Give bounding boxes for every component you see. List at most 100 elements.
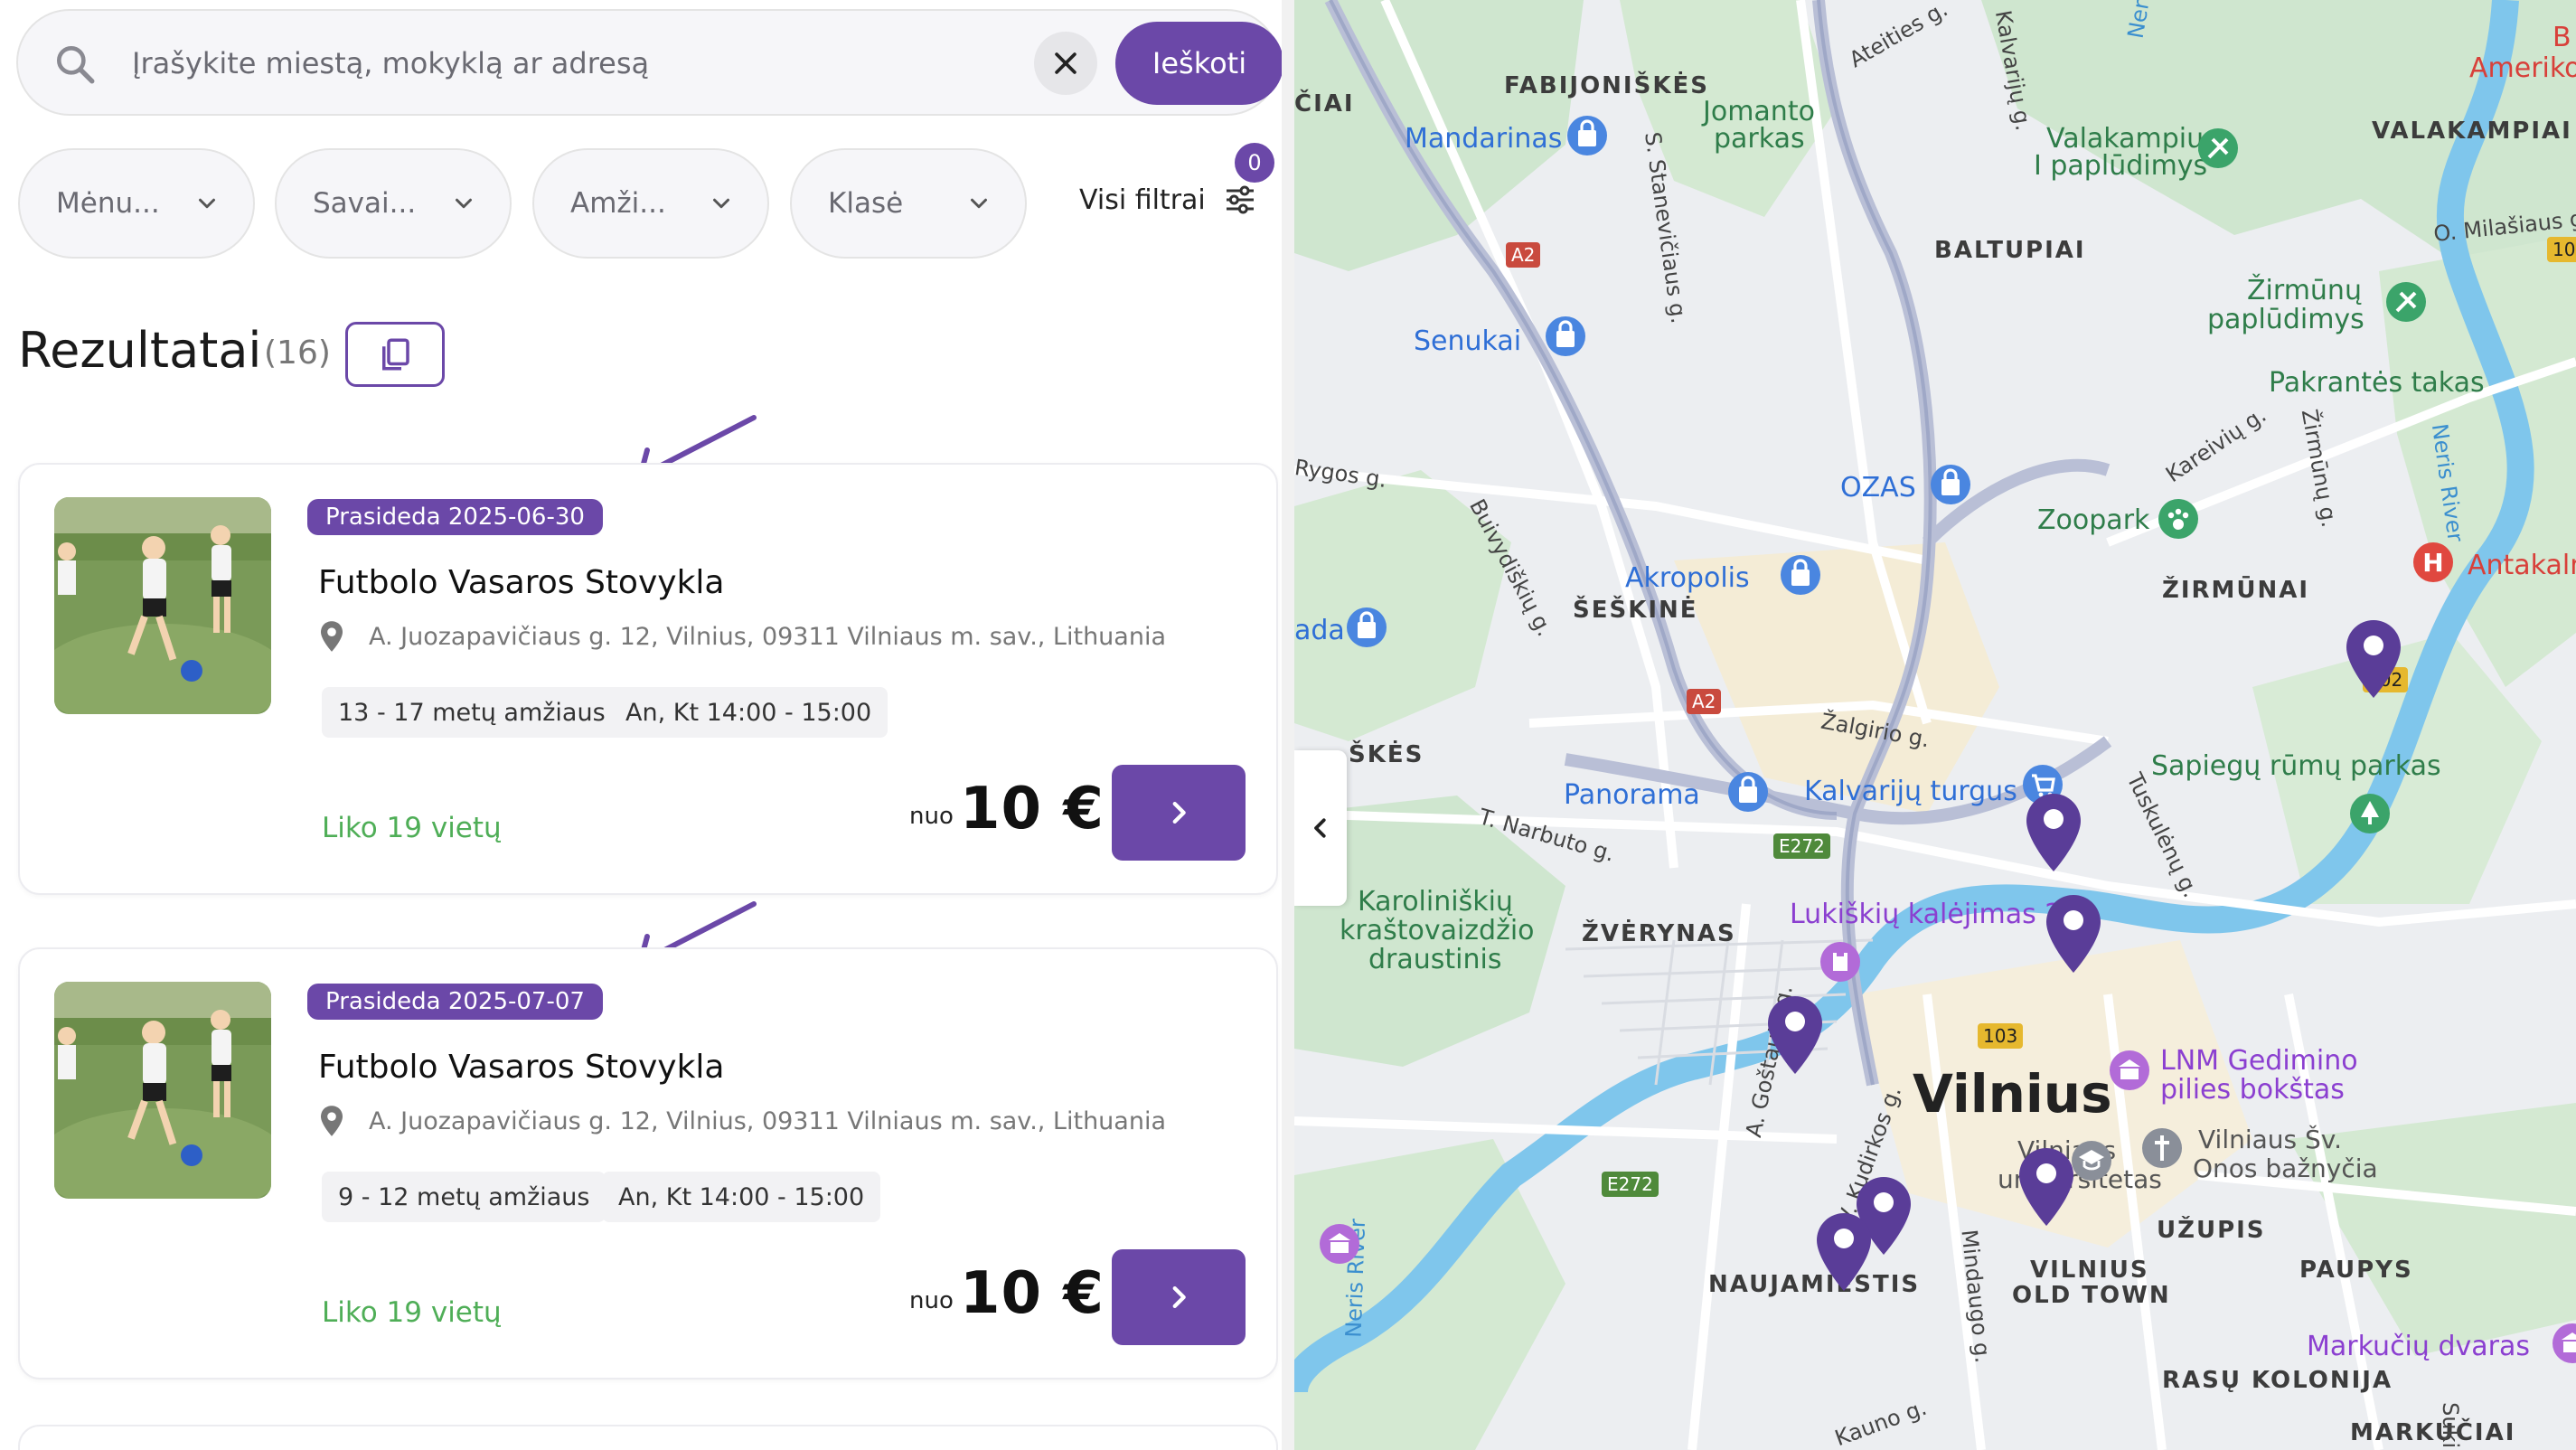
poi-label[interactable]: Markučių dvaras <box>2307 1331 2530 1362</box>
road-shield: A2 <box>1506 242 1541 268</box>
shopping-bag-icon[interactable] <box>1929 463 1972 506</box>
shopping-bag-icon[interactable] <box>1345 606 1388 649</box>
poi-label[interactable]: Lukiškių kalėjimas 2 <box>1790 899 2062 930</box>
shopping-bag-icon[interactable] <box>1544 315 1587 358</box>
result-card[interactable]: Prasideda 2025-06-30 Futbolo Vasaros Sto… <box>18 463 1278 895</box>
poi-label[interactable]: LNM Gedimino <box>2160 1045 2358 1077</box>
chevron-down-icon <box>971 198 987 209</box>
result-map-pin[interactable] <box>1766 994 1824 1076</box>
results-scrollbar[interactable] <box>1282 0 1294 1450</box>
collapse-panel-button[interactable] <box>1294 750 1347 906</box>
search-input[interactable] <box>132 34 1009 92</box>
filter-week-label: Savai... <box>313 187 417 220</box>
road-shield: E272 <box>1602 1172 1659 1197</box>
result-card-partial[interactable] <box>18 1425 1278 1450</box>
card-address-text: A. Juozapavičiaus g. 12, Vilnius, 09311 … <box>369 1106 1166 1135</box>
shopping-bag-icon[interactable] <box>1565 114 1609 157</box>
result-map-pin[interactable] <box>2345 618 2402 700</box>
poi-label[interactable]: Akropolis <box>1625 562 1750 594</box>
road-shield: 103 <box>1978 1023 2024 1049</box>
park-label: draustinis <box>1368 944 1502 975</box>
paw-icon[interactable] <box>2157 497 2200 541</box>
price: 10 € <box>960 776 1105 843</box>
spots-left: Liko 19 vietų <box>322 1296 502 1329</box>
poi-label[interactable]: Antakaln <box>2468 550 2576 581</box>
district-label: PAUPYS <box>2299 1257 2413 1284</box>
poi-label[interactable]: Senukai <box>1414 325 1521 357</box>
park-label: paplūdimys <box>2207 304 2364 335</box>
poi-label[interactable]: Vilniaus Šv. <box>2198 1125 2342 1154</box>
district-label: BALTUPIAI <box>1934 237 2086 264</box>
age-chip: 13 - 17 metų amžiaus <box>322 687 622 738</box>
active-filter-count-badge: 0 <box>1235 143 1274 183</box>
poi-label[interactable]: pilies bokštas <box>2160 1074 2345 1106</box>
district-label: UŽUPIS <box>2157 1217 2266 1244</box>
chevron-down-icon <box>456 198 472 209</box>
chevron-right-icon <box>1172 1285 1186 1309</box>
poi-label[interactable]: Kalvarijų turgus <box>1804 776 2017 807</box>
all-filters-label: Visi filtrai <box>1079 184 1206 216</box>
result-map-pin[interactable] <box>2045 893 2102 975</box>
district-label: OLD TOWN <box>2012 1282 2171 1309</box>
price-prefix: nuo <box>909 1287 954 1314</box>
card-address-text: A. Juozapavičiaus g. 12, Vilnius, 09311 … <box>369 622 1166 651</box>
hospital-icon[interactable]: H <box>2411 541 2455 584</box>
district-label: VILNIUS <box>2030 1257 2149 1284</box>
poi-label: Ameriko <box>2469 52 2576 84</box>
chevron-left-icon <box>1314 818 1326 838</box>
clear-search-button[interactable] <box>1034 32 1097 95</box>
open-card-button[interactable] <box>1112 765 1246 861</box>
result-map-pin[interactable] <box>1815 1211 1873 1293</box>
tree-icon[interactable] <box>2348 792 2392 835</box>
filter-month-label: Mėnu... <box>56 187 160 220</box>
park-icon[interactable] <box>2196 127 2240 170</box>
shopping-bag-icon[interactable] <box>1779 553 1822 597</box>
result-map-pin[interactable] <box>2025 792 2082 873</box>
filter-grade-label: Klasė <box>828 187 904 220</box>
search-icon <box>57 46 95 84</box>
result-card[interactable]: Prasideda 2025-07-07 Futbolo Vasaros Sto… <box>18 947 1278 1379</box>
park-label: Karoliniškių <box>1358 886 1513 918</box>
copy-button[interactable] <box>345 322 445 387</box>
results-panel: Ieškoti Mėnu... Savai... Amži... Klasė V… <box>0 0 1294 1450</box>
map-view[interactable]: A2 A2 E272 E272 103 10 102 FABIJONIŠKĖS … <box>1294 0 2576 1450</box>
poi-label: B <box>2552 22 2571 53</box>
poi-label[interactable]: Mandarinas <box>1405 123 1562 155</box>
road-shield: 10 <box>2547 237 2576 262</box>
poi-label[interactable]: Onos bažnyčia <box>2193 1153 2378 1183</box>
poi-label[interactable]: ada <box>1294 615 1345 646</box>
search-bar: Ieškoti <box>16 9 1283 116</box>
city-label: Vilnius <box>1913 1063 2112 1125</box>
open-card-button[interactable] <box>1112 1249 1246 1345</box>
district-label: FABIJONIŠKĖS <box>1504 72 1709 99</box>
filter-month[interactable]: Mėnu... <box>18 148 255 259</box>
district-label: ŽIRMŪNAI <box>2162 577 2310 604</box>
filter-grade[interactable]: Klasė <box>790 148 1027 259</box>
university-icon[interactable] <box>2070 1139 2113 1182</box>
results-count: (16) <box>264 334 331 372</box>
park-label: I paplūdimys <box>2034 150 2208 182</box>
landmark-icon[interactable] <box>1819 940 1862 984</box>
park-label: Žirmūnų <box>2247 275 2362 306</box>
filter-age[interactable]: Amži... <box>532 148 769 259</box>
museum-icon[interactable] <box>1318 1222 1361 1266</box>
card-address: A. Juozapavičiaus g. 12, Vilnius, 09311 … <box>318 620 1166 653</box>
museum-icon[interactable] <box>2551 1322 2576 1365</box>
park-label: parkas <box>1714 123 1805 155</box>
poi-label[interactable]: Panorama <box>1564 779 1700 811</box>
church-icon[interactable] <box>2140 1126 2184 1170</box>
district-label: ČIAI <box>1294 90 1355 118</box>
poi-label[interactable]: OZAS <box>1840 472 1916 504</box>
schedule-chip: An, Kt 14:00 - 15:00 <box>602 1172 881 1222</box>
search-button[interactable]: Ieškoti <box>1115 22 1283 105</box>
road-shield: E272 <box>1773 833 1830 859</box>
map-base <box>1294 0 2576 1450</box>
chevron-down-icon <box>713 198 729 209</box>
all-filters-button[interactable]: Visi filtrai <box>1079 177 1258 222</box>
park-icon[interactable] <box>2384 280 2428 324</box>
museum-icon[interactable] <box>2108 1049 2151 1092</box>
shopping-bag-icon[interactable] <box>1726 770 1770 814</box>
filter-week[interactable]: Savai... <box>275 148 512 259</box>
card-thumbnail <box>54 497 271 714</box>
result-map-pin[interactable] <box>2017 1146 2075 1228</box>
